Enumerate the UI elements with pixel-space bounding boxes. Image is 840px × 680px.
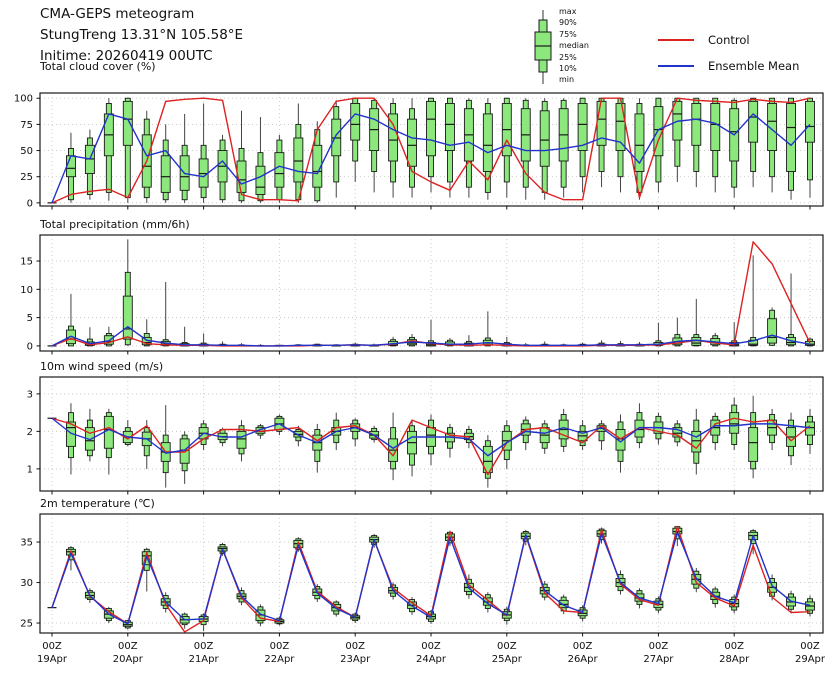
svg-text:25Apr: 25Apr [492, 654, 523, 665]
svg-text:27Apr: 27Apr [643, 654, 674, 665]
panel-wind-plot: 1 2 3 [27, 377, 823, 495]
svg-text:21Apr: 21Apr [189, 654, 220, 665]
svg-text:00Z: 00Z [421, 641, 441, 652]
svg-text:1: 1 [27, 464, 33, 475]
svg-text:26Apr: 26Apr [568, 654, 599, 665]
svg-text:100: 100 [14, 94, 33, 105]
svg-text:10: 10 [20, 285, 33, 296]
svg-text:00Z: 00Z [649, 641, 669, 652]
svg-text:00Z: 00Z [42, 641, 62, 652]
svg-text:75: 75 [20, 120, 33, 131]
svg-text:20Apr: 20Apr [113, 654, 144, 665]
svg-text:00Z: 00Z [573, 641, 593, 652]
svg-text:22Apr: 22Apr [264, 654, 295, 665]
svg-text:28Apr: 28Apr [719, 654, 750, 665]
svg-text:00Z: 00Z [724, 641, 744, 652]
svg-text:30: 30 [20, 578, 33, 589]
x-axis-labels: 00Z 19Apr 00Z 20Apr 00Z 21Apr 00Z 22Apr 00Z 23Apr… [37, 641, 826, 665]
svg-text:2: 2 [27, 427, 33, 438]
svg-text:19Apr: 19Apr [37, 654, 68, 665]
panel-precip-plot: 0 5 10 15 [20, 235, 823, 355]
svg-text:0: 0 [27, 198, 33, 209]
svg-text:00Z: 00Z [800, 641, 820, 652]
svg-text:00Z: 00Z [118, 641, 138, 652]
svg-text:0: 0 [27, 341, 33, 352]
meteogram-chart-canvas: 0 25 50 75 100 0 5 10 15 1 2 3 25 30 35 00Z 19Apr 00Z 20Ap… [0, 0, 840, 680]
svg-text:29Apr: 29Apr [795, 654, 826, 665]
panel-temp-plot: 25 30 35 [20, 514, 823, 637]
panel-cloud-plot: 0 25 50 75 100 [14, 93, 823, 210]
svg-text:00Z: 00Z [194, 641, 214, 652]
svg-text:50: 50 [20, 146, 33, 157]
svg-text:00Z: 00Z [497, 641, 517, 652]
svg-text:00Z: 00Z [345, 641, 365, 652]
svg-text:23Apr: 23Apr [340, 654, 371, 665]
svg-text:5: 5 [27, 313, 33, 324]
svg-text:24Apr: 24Apr [416, 654, 447, 665]
svg-text:3: 3 [27, 389, 33, 400]
svg-text:00Z: 00Z [270, 641, 290, 652]
svg-text:25: 25 [20, 619, 33, 630]
meteogram-page: CMA-GEPS meteogram StungTreng 13.31°N 10… [0, 0, 840, 680]
svg-text:35: 35 [20, 538, 33, 549]
svg-text:15: 15 [20, 257, 33, 268]
svg-text:25: 25 [20, 172, 33, 183]
